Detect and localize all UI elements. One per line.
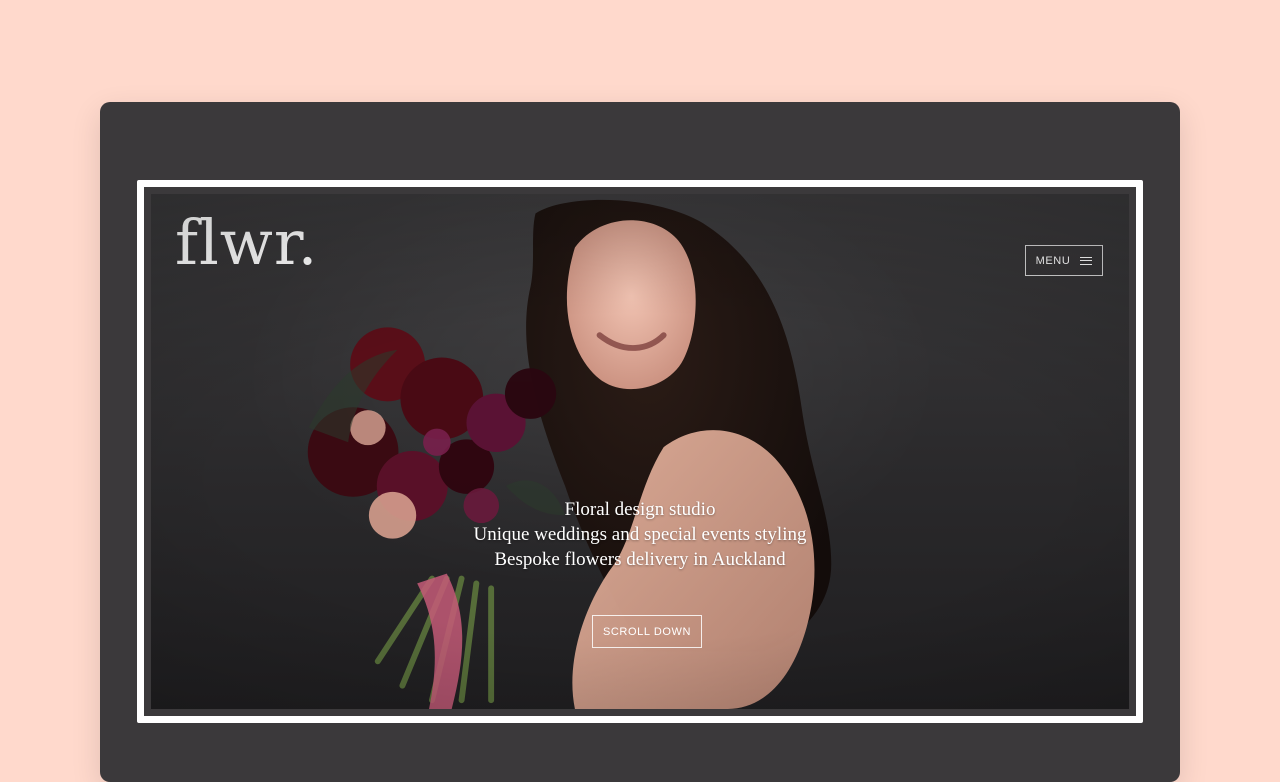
- site-logo[interactable]: flwr.: [175, 212, 318, 274]
- menu-label: MENU: [1035, 254, 1071, 267]
- tagline-line-1: Floral design studio: [564, 499, 716, 520]
- tagline-line-3: Bespoke flowers delivery in Auckland: [494, 549, 786, 570]
- hero-image: flwr. MENU Floral design studio Unique w…: [151, 194, 1129, 709]
- hamburger-icon: [1080, 256, 1093, 265]
- browser-window: flwr. MENU Floral design studio Unique w…: [100, 102, 1180, 782]
- tagline-line-2: Unique weddings and special events styli…: [473, 524, 807, 545]
- hero-frame: flwr. MENU Floral design studio Unique w…: [137, 180, 1143, 723]
- hero-tagline: Floral design studio Unique weddings and…: [151, 497, 1129, 572]
- scroll-down-button[interactable]: SCROLL DOWN: [592, 615, 702, 648]
- menu-button[interactable]: MENU: [1025, 245, 1103, 276]
